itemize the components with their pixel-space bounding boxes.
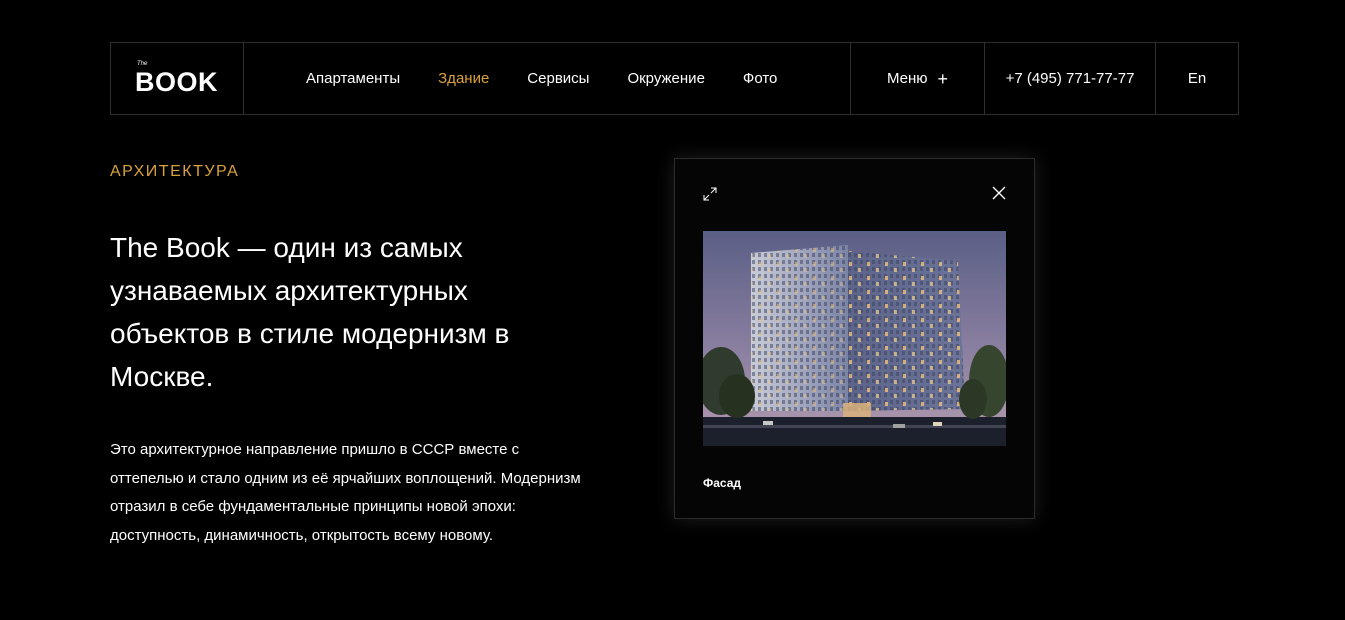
- nav-item-apartments[interactable]: Апартаменты: [306, 70, 400, 87]
- site-header: The BOOK Апартаменты Здание Сервисы Окру…: [110, 42, 1239, 115]
- facade-photo[interactable]: [703, 231, 1006, 446]
- photo-modal: Фасад: [674, 158, 1035, 519]
- language-label: En: [1187, 70, 1207, 87]
- nav-item-building[interactable]: Здание: [438, 70, 489, 87]
- main-nav: Апартаменты Здание Сервисы Окружение Фот…: [244, 43, 850, 114]
- section-label: АРХИТЕКТУРА: [110, 163, 240, 180]
- logo[interactable]: The BOOK: [111, 43, 244, 114]
- phone-link[interactable]: +7 (495) 771-77-77: [984, 43, 1155, 114]
- nav-item-surroundings[interactable]: Окружение: [627, 70, 704, 87]
- logo-big-text: BOOK: [135, 67, 218, 97]
- phone-number: +7 (495) 771-77-77: [1005, 70, 1135, 87]
- nav-item-services[interactable]: Сервисы: [527, 70, 589, 87]
- photo-caption: Фасад: [703, 476, 742, 490]
- language-switch[interactable]: En: [1155, 43, 1238, 114]
- nav-item-photo[interactable]: Фото: [743, 70, 777, 87]
- close-icon[interactable]: [992, 186, 1006, 200]
- menu-button[interactable]: Меню +: [850, 43, 984, 114]
- expand-icon[interactable]: [703, 187, 717, 201]
- menu-label: Меню: [886, 70, 928, 87]
- plus-icon: +: [937, 68, 949, 89]
- page-headline: The Book — один из самых узнаваемых архи…: [110, 232, 510, 392]
- body-paragraph: Это архитектурное направление пришло в С…: [110, 441, 581, 544]
